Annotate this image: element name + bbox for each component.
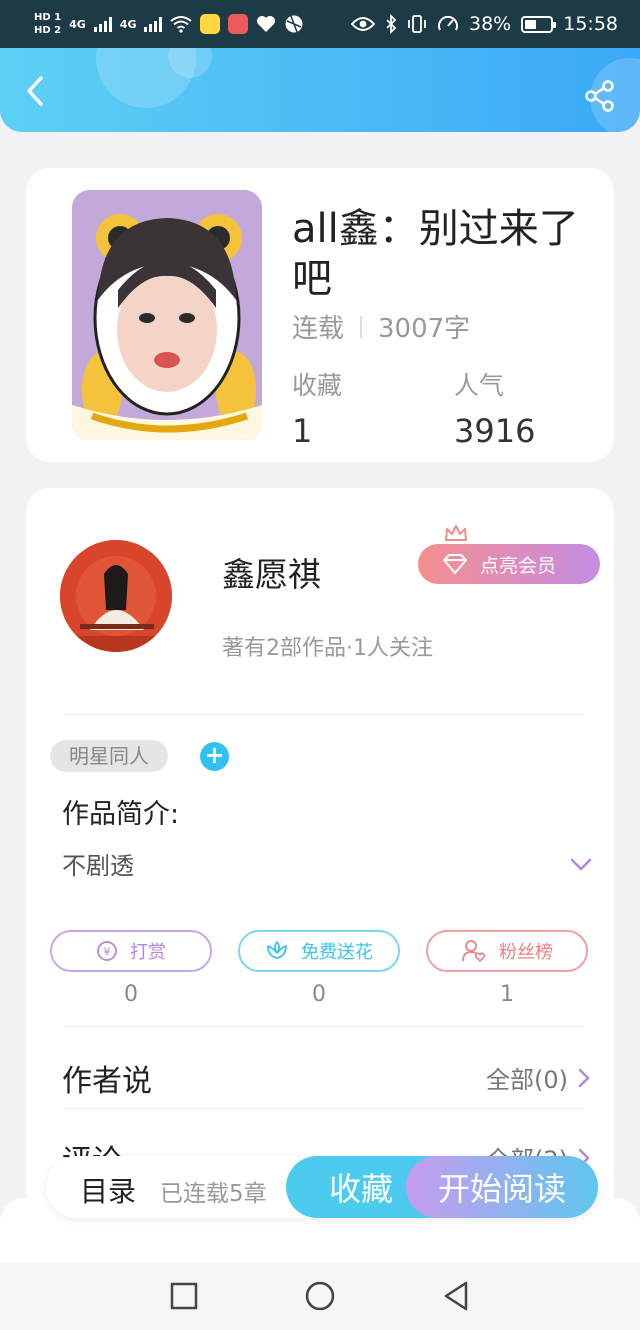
battery-icon (521, 15, 557, 33)
top-header (0, 48, 640, 132)
add-tag-button[interactable]: + (200, 742, 229, 771)
word-count: 3007字 (378, 314, 471, 344)
book-info-card: all鑫：别过来了吧 连载 3007字 收藏 1 人气 3916 (26, 168, 614, 462)
intro-text: 不剧透 (62, 852, 134, 880)
triangle-back-icon (444, 1281, 468, 1311)
section-divider (64, 714, 584, 715)
recents-button[interactable] (168, 1280, 200, 1312)
free-flower-button[interactable]: 免费送花 (238, 930, 400, 972)
flower-label: 免费送花 (301, 942, 373, 963)
cover-illustration (72, 190, 262, 440)
author-says-more[interactable]: 全部(0) (486, 1060, 590, 1095)
book-cover[interactable] (72, 190, 262, 440)
signal-2-icon (144, 16, 163, 32)
hd-indicator: HD 1 HD 2 (34, 11, 61, 37)
collect-label: 收藏 (292, 371, 343, 400)
vibrate-icon (408, 15, 426, 33)
home-button[interactable] (304, 1280, 336, 1312)
system-nav-bar (0, 1262, 640, 1330)
chevron-right-icon (578, 1068, 590, 1087)
network-2-label: 4G (119, 17, 137, 31)
bluetooth-icon (386, 14, 397, 34)
popularity-value: 3916 (454, 412, 536, 450)
app-notification-icon (200, 14, 221, 34)
user-heart-icon (462, 940, 486, 963)
book-meta: 连载 3007字 (292, 308, 470, 345)
author-name[interactable]: 鑫愿祺 (222, 548, 321, 596)
avatar-image (60, 540, 172, 652)
signal-1-icon (93, 16, 112, 32)
vip-label: 点亮会员 (480, 554, 557, 577)
crown-icon (445, 525, 467, 541)
toc-button[interactable]: 目录 (80, 1170, 136, 1210)
intro-title: 作品简介: (62, 799, 180, 830)
share-icon (585, 80, 614, 112)
section-divider (64, 1108, 584, 1109)
author-avatar[interactable] (60, 540, 172, 652)
speed-gauge-icon (438, 15, 458, 31)
svg-text:¥: ¥ (104, 946, 111, 959)
status-bar: HD 1 HD 2 4G 4G 38% 15:58 (0, 0, 640, 48)
tip-count: 0 (124, 982, 138, 1007)
book-detail-card: 鑫愿祺 点亮会员 著有2部作品·1人关注 明星同人 + 作品简介: 不剧透 ¥ … (26, 488, 614, 1248)
circle-icon (305, 1281, 335, 1311)
chapter-count: 已连载5章 (160, 1181, 267, 1207)
status-left: HD 1 HD 2 4G 4G (34, 11, 304, 37)
fans-ranking-button[interactable]: 粉丝榜 (426, 930, 588, 972)
author-stats: 著有2部作品·1人关注 (222, 636, 433, 661)
author-says-title: 作者说 (62, 1064, 152, 1099)
author-says-more-label: 全部(0) (486, 1066, 568, 1094)
fans-count: 1 (500, 982, 514, 1007)
category-tag[interactable]: 明星同人 (50, 740, 168, 772)
network-1-label: 4G (69, 17, 86, 31)
start-reading-button[interactable]: 开始阅读 (406, 1156, 598, 1218)
chevron-down-icon[interactable] (570, 858, 592, 872)
status-right: 38% 15:58 (351, 13, 618, 35)
collect-button-label: 收藏 (328, 1170, 393, 1208)
popularity-label: 人气 (454, 371, 505, 400)
hd2-label: HD 2 (34, 25, 62, 36)
share-button[interactable] (584, 80, 616, 112)
battery-percent: 38% (469, 13, 512, 35)
wifi-icon (170, 16, 193, 33)
meta-divider (360, 315, 363, 338)
square-icon (170, 1282, 198, 1310)
health-icon (257, 16, 276, 32)
book-status: 连载 (292, 314, 345, 344)
section-divider (64, 1026, 584, 1027)
ball-app-icon (285, 15, 303, 33)
bottom-action-bar: 目录 已连载5章 收藏 开始阅读 (46, 1156, 598, 1218)
start-reading-label: 开始阅读 (437, 1170, 566, 1208)
tip-label: 打赏 (130, 942, 166, 963)
system-back-button[interactable] (440, 1280, 472, 1312)
vip-membership-button[interactable]: 点亮会员 (418, 544, 600, 584)
tip-button[interactable]: ¥ 打赏 (50, 930, 212, 972)
coin-icon: ¥ (97, 941, 117, 961)
fans-label: 粉丝榜 (499, 942, 553, 963)
chevron-left-icon (27, 76, 43, 106)
collect-value: 1 (292, 412, 313, 450)
back-button[interactable] (20, 74, 50, 108)
hd1-label: HD 1 (34, 12, 62, 23)
flower-icon (267, 941, 287, 959)
diamond-icon (443, 554, 467, 574)
book-title: all鑫：别过来了吧 (292, 206, 579, 302)
eye-icon (351, 17, 375, 31)
clock: 15:58 (563, 13, 618, 35)
book-app-notification-icon (228, 14, 249, 34)
flower-count: 0 (312, 982, 326, 1007)
